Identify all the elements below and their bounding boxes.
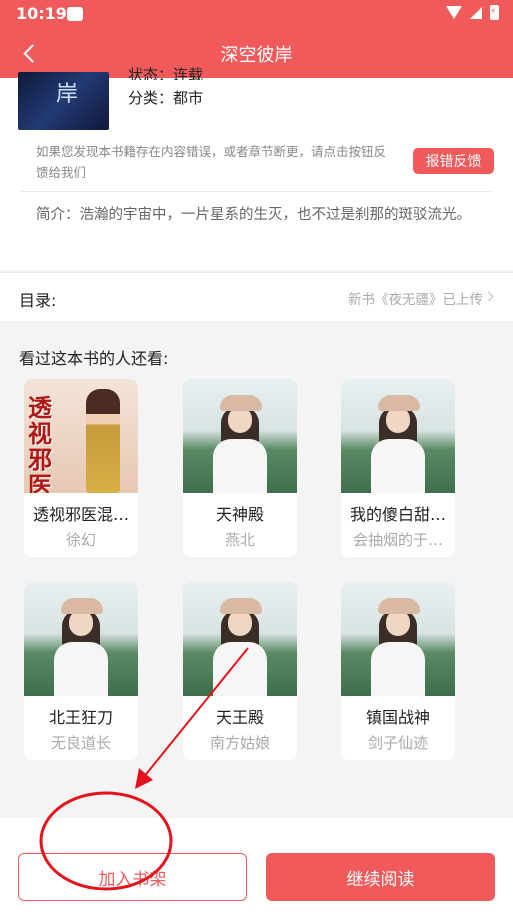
app-bar: 深空彼岸 [0, 28, 513, 78]
book-author: 南方姑娘 [209, 734, 270, 752]
cover-figure [86, 389, 120, 493]
recommend-heading: 看过这本书的人还看: [19, 349, 169, 368]
recommended-book-card[interactable]: 透视邪医 透视邪医混… 徐幻 [24, 379, 138, 557]
recommended-book-card[interactable]: 镇国战神 剑子仙迹 [341, 582, 455, 760]
book-title: 透视邪医混… [32, 505, 129, 524]
book-status: 状态：连载 [128, 66, 204, 80]
book-author: 燕北 [224, 531, 255, 549]
book-title: 北王狂刀 [48, 708, 113, 727]
battery-icon [490, 5, 499, 20]
notification-icon [67, 7, 83, 21]
book-cover [341, 379, 455, 493]
chevron-right-icon [483, 291, 494, 302]
book-cover [341, 582, 455, 696]
book-cover: 透视邪医 [24, 379, 138, 493]
report-error-button[interactable]: 报错反馈 [413, 148, 494, 174]
book-cover [183, 379, 297, 493]
signal-icon [470, 6, 482, 19]
status-time: 10:19 [16, 4, 67, 23]
status-icons [446, 5, 499, 20]
book-title: 我的傻白甜… [349, 505, 446, 524]
book-title: 天神殿 [215, 505, 264, 524]
recommended-book-card[interactable]: 我的傻白甜… 会抽烟的于… [341, 379, 455, 557]
book-category: 分类：都市 [128, 89, 204, 107]
recommended-book-card[interactable]: 天王殿 南方姑娘 [183, 582, 297, 760]
bottom-action-bar: 加入书架 继续阅读 [0, 818, 513, 912]
book-info-section: 岸 状态：连载 分类：都市 如果您发现本书籍存在内容错误，或者章节断更，请点击按… [0, 66, 513, 270]
book-title: 天王殿 [215, 708, 264, 727]
book-author: 会抽烟的于… [352, 531, 443, 549]
add-to-shelf-button[interactable]: 加入书架 [18, 853, 247, 901]
cover-title-text: 透视邪医 [28, 393, 52, 494]
book-author: 无良道长 [50, 734, 111, 752]
book-cover: 岸 [18, 72, 109, 130]
wifi-icon [446, 6, 462, 19]
book-title: 镇国战神 [365, 708, 430, 727]
page-title: 深空彼岸 [220, 45, 293, 66]
book-cover [183, 582, 297, 696]
latest-chapter: 新书《夜无疆》已上传 [348, 292, 483, 308]
cover-title-glyph: 岸 [56, 82, 79, 107]
continue-reading-button[interactable]: 继续阅读 [266, 853, 495, 901]
book-intro: 简介：浩瀚的宇宙中，一片星系的生灭，也不过是刹那的斑驳流光。 [36, 207, 471, 223]
status-bar: 10:19 [0, 0, 513, 28]
toc-label: 目录: [19, 291, 57, 310]
recommended-book-card[interactable]: 天神殿 燕北 [183, 379, 297, 557]
feedback-hint: 如果您发现本书籍存在内容错误，或者章节断更，请点击按钮反馈给我们 [36, 144, 387, 180]
book-author: 剑子仙迹 [367, 734, 428, 752]
book-author: 徐幻 [65, 531, 96, 549]
table-of-contents-row[interactable]: 目录: 新书《夜无疆》已上传 [0, 272, 513, 321]
annotation-arrowhead [135, 768, 153, 789]
book-cover [24, 582, 138, 696]
recommended-book-card[interactable]: 北王狂刀 无良道长 [24, 582, 138, 760]
divider [20, 191, 493, 192]
